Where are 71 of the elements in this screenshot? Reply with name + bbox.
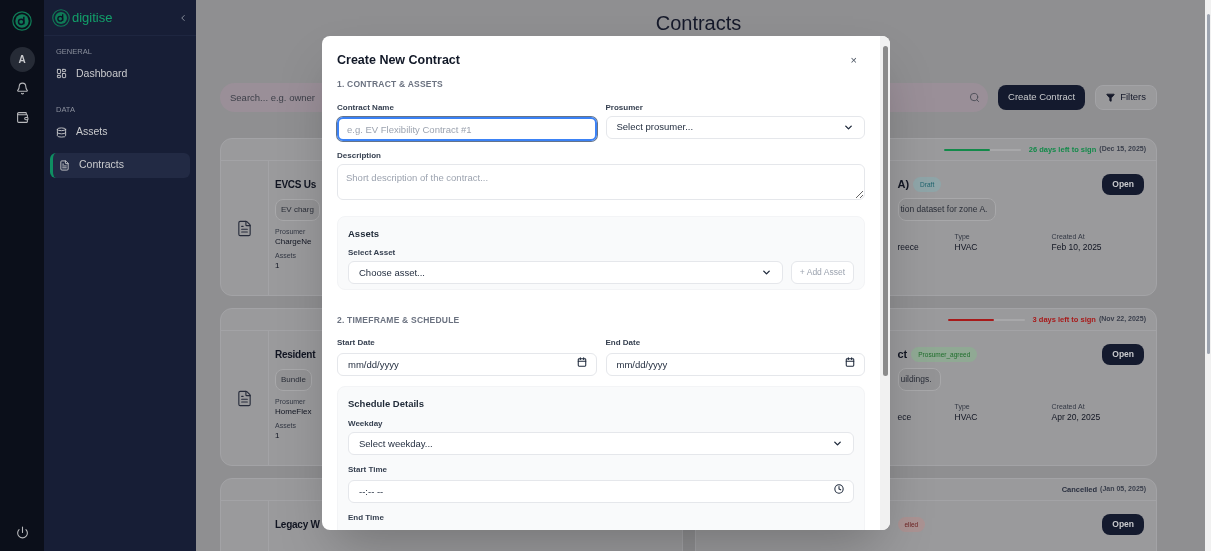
field-label: Start Time <box>348 465 388 476</box>
document-icon <box>59 159 70 171</box>
description-chip: Bundle <box>275 369 312 391</box>
field-label: End Date <box>605 338 642 348</box>
description-chip: EV charg <box>275 199 320 221</box>
logo-icon <box>52 8 70 27</box>
power-icon[interactable] <box>15 526 29 539</box>
field-label: Contract Name <box>337 102 395 113</box>
create-contract-button[interactable]: Create Contract <box>998 85 1086 110</box>
clock-icon[interactable] <box>834 484 844 495</box>
contract-title: EVCS Us <box>275 178 318 192</box>
logo-icon <box>12 11 32 31</box>
open-button[interactable]: Open <box>1102 174 1144 195</box>
asset-select[interactable]: Choose asset... <box>348 261 783 285</box>
field-value: ChargeNe <box>275 236 313 247</box>
contract-title: A) <box>897 177 910 193</box>
nav-item[interactable]: Dashboard <box>50 61 190 87</box>
filters-button[interactable]: Filters <box>1095 85 1157 110</box>
open-button[interactable]: Open <box>1102 514 1144 535</box>
contract-title: Legacy W <box>275 518 320 532</box>
field-value: ece <box>897 411 913 423</box>
close-button[interactable]: × <box>850 52 865 69</box>
calendar-icon[interactable] <box>576 357 587 367</box>
database-icon <box>56 126 67 138</box>
field-value: reece <box>897 241 920 253</box>
field-label: Start Date <box>337 338 376 348</box>
user-avatar[interactable]: A <box>9 47 35 72</box>
field-label: Weekday <box>348 419 384 430</box>
field-value: Apr 20, 2025 <box>1051 411 1102 423</box>
end-date-field[interactable]: mm/dd/yyyy <box>605 353 865 376</box>
document-icon <box>236 219 253 237</box>
open-button[interactable]: Open <box>1102 344 1144 365</box>
field-value: HomeFlex <box>275 406 313 417</box>
contract-title: ct <box>897 347 908 363</box>
page-title: Contracts <box>654 11 743 33</box>
description-chip: uildings. <box>897 368 941 391</box>
field-label: End Time <box>348 513 385 524</box>
field-label: Select Asset <box>348 248 397 259</box>
document-icon <box>236 389 253 407</box>
filter-icon <box>1106 93 1116 102</box>
calendar-icon[interactable] <box>845 357 855 367</box>
field-value: HVAC <box>954 411 979 423</box>
brand-name: digitise <box>72 8 113 27</box>
field-value: 1 <box>275 430 281 441</box>
search-icon[interactable] <box>969 92 981 103</box>
dialog-scrollbar[interactable] <box>880 36 890 530</box>
section-heading: 2. TIMEFRAME & SCHEDULE <box>337 314 461 327</box>
field-label: Prosumer <box>605 102 644 113</box>
field-value: Feb 10, 2025 <box>1051 241 1103 253</box>
description-field[interactable]: Short description of the contract... <box>337 164 865 200</box>
dashboard-icon <box>56 68 67 80</box>
section-heading: 1. CONTRACT & ASSETS <box>337 77 444 91</box>
panel-title: Schedule Details <box>348 397 426 411</box>
panel-title: Assets <box>348 227 381 241</box>
start-time-field[interactable]: --:-- -- <box>348 480 854 504</box>
field-value: HVAC <box>954 241 979 253</box>
dialog-title: Create New Contract <box>337 52 460 69</box>
nav-item[interactable]: Assets <box>50 119 190 145</box>
contract-name-field[interactable]: e.g. EV Flexibility Contract #1 <box>337 117 597 141</box>
page-scrollbar[interactable] <box>1205 0 1211 551</box>
contract-title: Resident <box>275 348 316 362</box>
wallet-icon[interactable] <box>15 111 29 124</box>
weekday-select[interactable]: Select weekday... <box>348 432 854 456</box>
field-value: 1 <box>275 260 281 271</box>
prosumer-select[interactable]: Select prosumer... <box>605 115 865 139</box>
notification-bell-icon[interactable] <box>15 82 29 95</box>
start-date-field[interactable]: mm/dd/yyyy <box>337 353 597 376</box>
collapse-icon[interactable] <box>178 12 188 23</box>
field-label: Description <box>337 151 382 161</box>
nav-item[interactable]: Contracts <box>50 152 190 178</box>
description-chip: tion dataset for zone A. <box>897 198 997 221</box>
